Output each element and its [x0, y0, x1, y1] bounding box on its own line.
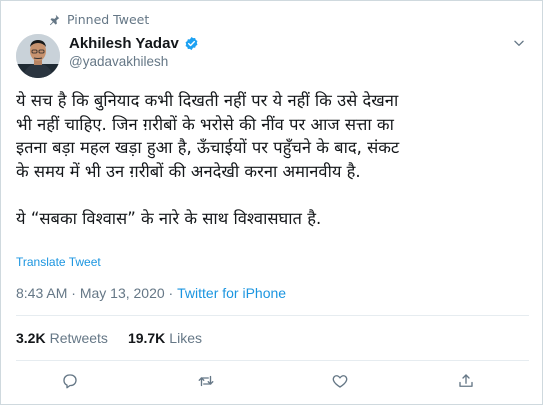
pinned-label: Pinned Tweet	[67, 12, 150, 27]
author-handle[interactable]: @yadavakhilesh	[69, 54, 168, 69]
chevron-down-icon[interactable]	[512, 36, 526, 50]
avatar-image	[16, 34, 60, 78]
tweet-line: इतना बड़ा महल खड़ा हुआ है, ऊँचाईयों पर प…	[16, 138, 400, 157]
tweet-stats: 3.2K Retweets 19.7K Likes	[16, 330, 222, 346]
tweet-meta: 8:43 AM · May 13, 2020 · Twitter for iPh…	[16, 285, 286, 301]
tweet-line: ये “सबका विश्वास” के नारे के साथ विश्वास…	[16, 208, 322, 228]
tweet-card: Pinned Tweet Akhilesh Yadav @yadavakhile…	[0, 0, 543, 405]
avatar[interactable]	[16, 34, 60, 78]
meta-separator: ·	[67, 285, 80, 301]
author-name-row[interactable]: Akhilesh Yadav	[69, 35, 199, 52]
retweets-count: 3.2K	[16, 330, 46, 346]
divider	[16, 315, 529, 316]
tweet-date[interactable]: May 13, 2020	[80, 285, 165, 301]
divider	[16, 360, 529, 361]
retweets-stat[interactable]: 3.2K Retweets	[16, 330, 108, 346]
retweets-label: Retweets	[49, 330, 108, 346]
retweet-icon[interactable]	[197, 372, 215, 390]
tweet-line: ये सच है कि बुनियाद कभी दिखती नहीं पर ये…	[16, 91, 399, 110]
tweet-line: के समय में भी उन ग़रीबों की अनदेखी करना …	[16, 161, 361, 181]
tweet-text: ये सच है कि बुनियाद कभी दिखती नहीं पर ये…	[16, 89, 536, 230]
likes-label: Likes	[169, 330, 202, 346]
reply-icon[interactable]	[61, 372, 79, 390]
tweet-source-link[interactable]: Twitter for iPhone	[177, 285, 286, 301]
pin-icon	[49, 14, 60, 26]
likes-count: 19.7K	[127, 330, 166, 346]
likes-stat[interactable]: 19.7K Likes	[128, 330, 202, 346]
tweet-line: भी नहीं चाहिए. जिन ग़रीबों के भरोसे की न…	[16, 114, 394, 134]
verified-badge-icon	[185, 36, 198, 51]
tweet-actions	[1, 372, 543, 394]
share-icon[interactable]	[457, 372, 475, 390]
translate-tweet-link[interactable]: Translate Tweet	[16, 255, 101, 269]
author-name[interactable]: Akhilesh Yadav	[69, 35, 179, 52]
heart-icon[interactable]	[331, 372, 349, 390]
meta-separator: ·	[164, 285, 178, 301]
tweet-time[interactable]: 8:43 AM	[16, 285, 67, 301]
